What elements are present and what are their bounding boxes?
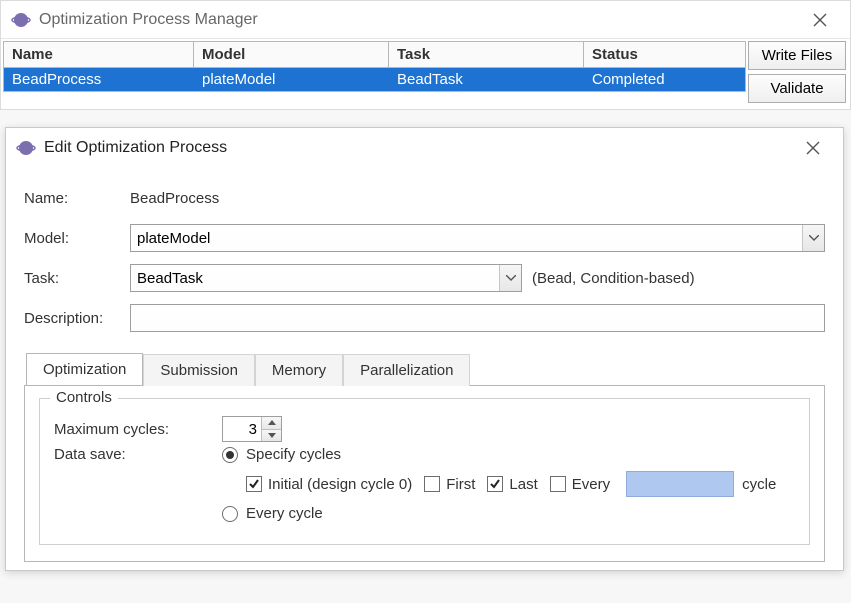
controls-legend: Controls — [50, 389, 118, 406]
tab-panel-optimization: Controls Maximum cycles: Da — [24, 385, 825, 562]
task-hint: (Bead, Condition-based) — [532, 270, 695, 287]
spin-down-button[interactable] — [262, 430, 281, 442]
column-header-status[interactable]: Status — [584, 42, 745, 68]
max-cycles-spinner[interactable] — [222, 416, 282, 442]
controls-group: Controls Maximum cycles: Da — [39, 398, 810, 545]
checkbox-initial-label: Initial (design cycle 0) — [268, 476, 412, 493]
process-grid: Name Model Task Status BeadProcess plate… — [3, 41, 746, 92]
app-icon — [11, 10, 31, 30]
checkbox-initial[interactable] — [246, 476, 262, 492]
cell-model: plateModel — [194, 68, 389, 91]
tab-optimization[interactable]: Optimization — [26, 353, 143, 386]
label-max-cycles: Maximum cycles: — [54, 421, 222, 438]
spin-up-button[interactable] — [262, 417, 281, 430]
cycle-suffix: cycle — [742, 476, 776, 493]
checkbox-every[interactable] — [550, 476, 566, 492]
validate-button[interactable]: Validate — [748, 74, 846, 103]
chevron-down-icon[interactable] — [802, 225, 824, 251]
label-name: Name: — [24, 190, 130, 207]
main-close-button[interactable] — [800, 6, 840, 34]
task-combobox[interactable] — [130, 264, 522, 292]
model-input[interactable] — [131, 225, 802, 251]
checkbox-first-label: First — [446, 476, 475, 493]
cell-name: BeadProcess — [4, 68, 194, 91]
main-titlebar: Optimization Process Manager — [1, 1, 850, 39]
dialog-close-button[interactable] — [793, 134, 833, 162]
write-files-button[interactable]: Write Files — [748, 41, 846, 70]
label-model: Model: — [24, 230, 130, 247]
checkbox-last[interactable] — [487, 476, 503, 492]
main-window-title: Optimization Process Manager — [39, 11, 800, 29]
every-cycle-input[interactable] — [626, 471, 734, 497]
description-input[interactable] — [130, 304, 825, 332]
value-name: BeadProcess — [130, 190, 219, 207]
label-task: Task: — [24, 270, 130, 287]
radio-every-cycle-label: Every cycle — [246, 505, 323, 522]
label-description: Description: — [24, 310, 130, 327]
model-combobox[interactable] — [130, 224, 825, 252]
tab-strip: Optimization Submission Memory Paralleli… — [24, 352, 825, 385]
column-header-task[interactable]: Task — [389, 42, 584, 68]
chevron-down-icon[interactable] — [499, 265, 521, 291]
radio-specify-cycles[interactable] — [222, 447, 238, 463]
max-cycles-input[interactable] — [223, 417, 261, 441]
tab-submission[interactable]: Submission — [143, 354, 255, 386]
cell-task: BeadTask — [389, 68, 584, 91]
tab-memory[interactable]: Memory — [255, 354, 343, 386]
checkbox-last-label: Last — [509, 476, 537, 493]
checkbox-every-label: Every — [572, 476, 610, 493]
task-input[interactable] — [131, 265, 499, 291]
radio-specify-cycles-label: Specify cycles — [246, 446, 341, 463]
edit-process-dialog: Edit Optimization Process Name: BeadProc… — [5, 127, 844, 571]
checkbox-first[interactable] — [424, 476, 440, 492]
table-row[interactable]: BeadProcess plateModel BeadTask Complete… — [4, 68, 745, 91]
dialog-titlebar: Edit Optimization Process — [6, 128, 843, 168]
dialog-icon — [16, 138, 36, 158]
main-window: Optimization Process Manager Name Model … — [0, 0, 851, 110]
side-button-panel: Write Files Validate — [748, 39, 850, 109]
dialog-title: Edit Optimization Process — [44, 139, 793, 157]
cell-status: Completed — [584, 68, 745, 91]
label-data-save: Data save: — [54, 446, 222, 463]
grid-header: Name Model Task Status — [4, 42, 745, 68]
dialog-form: Name: BeadProcess Model: Task: — [6, 168, 843, 570]
column-header-model[interactable]: Model — [194, 42, 389, 68]
column-header-name[interactable]: Name — [4, 42, 194, 68]
tab-parallelization[interactable]: Parallelization — [343, 354, 470, 386]
radio-every-cycle[interactable] — [222, 506, 238, 522]
